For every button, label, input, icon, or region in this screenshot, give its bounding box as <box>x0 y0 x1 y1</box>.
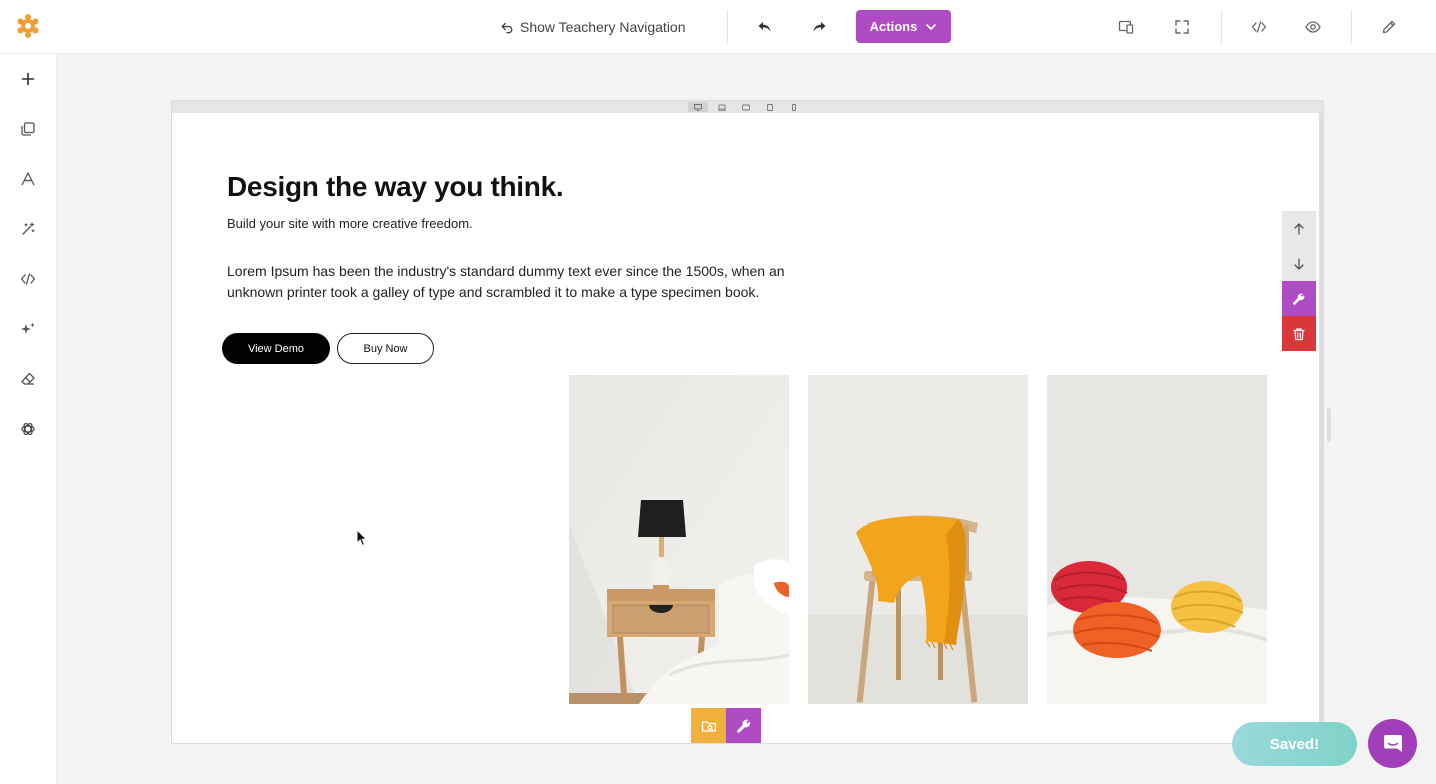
responsive-preview-button[interactable] <box>1113 14 1139 40</box>
openai-assistant-button[interactable] <box>16 417 40 441</box>
editor-canvas[interactable]: Design the way you think. Build your sit… <box>171 100 1324 744</box>
device-mobile-button[interactable] <box>784 102 804 112</box>
fullscreen-icon <box>1175 20 1189 34</box>
eye-icon <box>1305 21 1321 33</box>
preview-button[interactable] <box>1300 14 1326 40</box>
gallery-tools <box>691 708 761 743</box>
yarn-balls-photo[interactable] <box>1047 375 1267 704</box>
block-settings-button[interactable] <box>1282 281 1316 316</box>
move-down-button[interactable] <box>1282 246 1316 281</box>
buy-now-button[interactable]: Buy Now <box>337 333 434 364</box>
saved-status-button[interactable]: Saved! <box>1232 722 1357 766</box>
show-navigation-toggle[interactable]: Show Teachery Navigation <box>500 16 686 38</box>
typography-icon <box>21 172 35 186</box>
actions-dropdown-button[interactable]: Actions <box>856 10 951 43</box>
left-sidebar <box>0 54 57 784</box>
code-icon <box>20 273 36 285</box>
show-navigation-label: Show Teachery Navigation <box>520 19 686 35</box>
responsive-preview-icon <box>1118 20 1134 34</box>
undo-button[interactable] <box>752 14 778 40</box>
undo-icon <box>758 22 771 32</box>
gallery-settings-button[interactable] <box>726 708 761 743</box>
fullscreen-button[interactable] <box>1169 14 1195 40</box>
wrench-icon <box>1293 292 1305 305</box>
device-tablet-landscape-button[interactable] <box>736 102 756 112</box>
folder-search-icon <box>701 720 716 732</box>
typography-button[interactable] <box>16 167 40 191</box>
resize-handle[interactable] <box>1327 408 1331 442</box>
logo-icon[interactable] <box>14 12 42 40</box>
media-library-button[interactable] <box>691 708 726 743</box>
plus-icon <box>21 72 35 86</box>
hero-body-text[interactable]: Lorem Ipsum has been the industry's stan… <box>227 261 797 303</box>
arrow-down-icon <box>1294 257 1304 270</box>
return-arrow-icon <box>501 22 513 34</box>
edit-mode-button[interactable] <box>1376 14 1402 40</box>
mouse-cursor-icon <box>356 528 368 547</box>
desktop-icon <box>694 103 702 111</box>
delete-block-button[interactable] <box>1282 316 1316 351</box>
support-chat-button[interactable] <box>1368 719 1417 768</box>
device-desktop-button[interactable] <box>688 102 708 112</box>
arrow-up-icon <box>1294 222 1304 235</box>
code-icon <box>1251 21 1267 33</box>
pages-layers-button[interactable] <box>16 117 40 141</box>
toolbar-divider <box>1351 10 1352 44</box>
toolbar-divider <box>1221 10 1222 44</box>
laptop-icon <box>718 104 726 111</box>
tablet-landscape-icon <box>742 104 750 110</box>
trash-icon <box>1293 327 1305 340</box>
ai-sparkles-button[interactable] <box>16 317 40 341</box>
device-tablet-portrait-button[interactable] <box>760 102 780 112</box>
top-toolbar: Show Teachery Navigation Actions <box>0 0 1436 54</box>
block-tools <box>1282 211 1316 351</box>
layers-icon <box>21 122 35 136</box>
device-laptop-button[interactable] <box>712 102 732 112</box>
tablet-portrait-icon <box>767 103 773 111</box>
device-switcher <box>688 102 804 112</box>
chevron-down-icon <box>926 23 937 30</box>
view-demo-button[interactable]: View Demo <box>222 333 330 364</box>
actions-label: Actions <box>869 19 918 34</box>
redo-icon <box>813 22 826 32</box>
chair-with-yellow-throw-photo[interactable] <box>808 375 1028 704</box>
bedside-table-lamp-photo[interactable] <box>569 375 789 704</box>
add-element-button[interactable] <box>16 67 40 91</box>
eraser-button[interactable] <box>16 367 40 391</box>
mobile-icon <box>792 103 796 111</box>
chat-icon <box>1383 734 1402 752</box>
custom-code-button[interactable] <box>16 267 40 291</box>
wrench-icon <box>736 719 750 733</box>
move-up-button[interactable] <box>1282 211 1316 246</box>
hero-title[interactable]: Design the way you think. <box>227 171 564 203</box>
magic-wand-button[interactable] <box>16 217 40 241</box>
sparkles-icon <box>21 322 35 334</box>
eraser-icon <box>21 372 35 385</box>
pencil-icon <box>1382 20 1396 34</box>
openai-icon <box>21 422 35 436</box>
code-view-button[interactable] <box>1246 14 1272 40</box>
canvas-scrollbar[interactable] <box>1319 113 1323 743</box>
redo-button[interactable] <box>806 14 832 40</box>
magic-wand-icon <box>22 222 35 235</box>
device-preview-bar <box>172 101 1323 113</box>
toolbar-divider <box>727 10 728 44</box>
hero-subtitle[interactable]: Build your site with more creative freed… <box>227 216 473 231</box>
